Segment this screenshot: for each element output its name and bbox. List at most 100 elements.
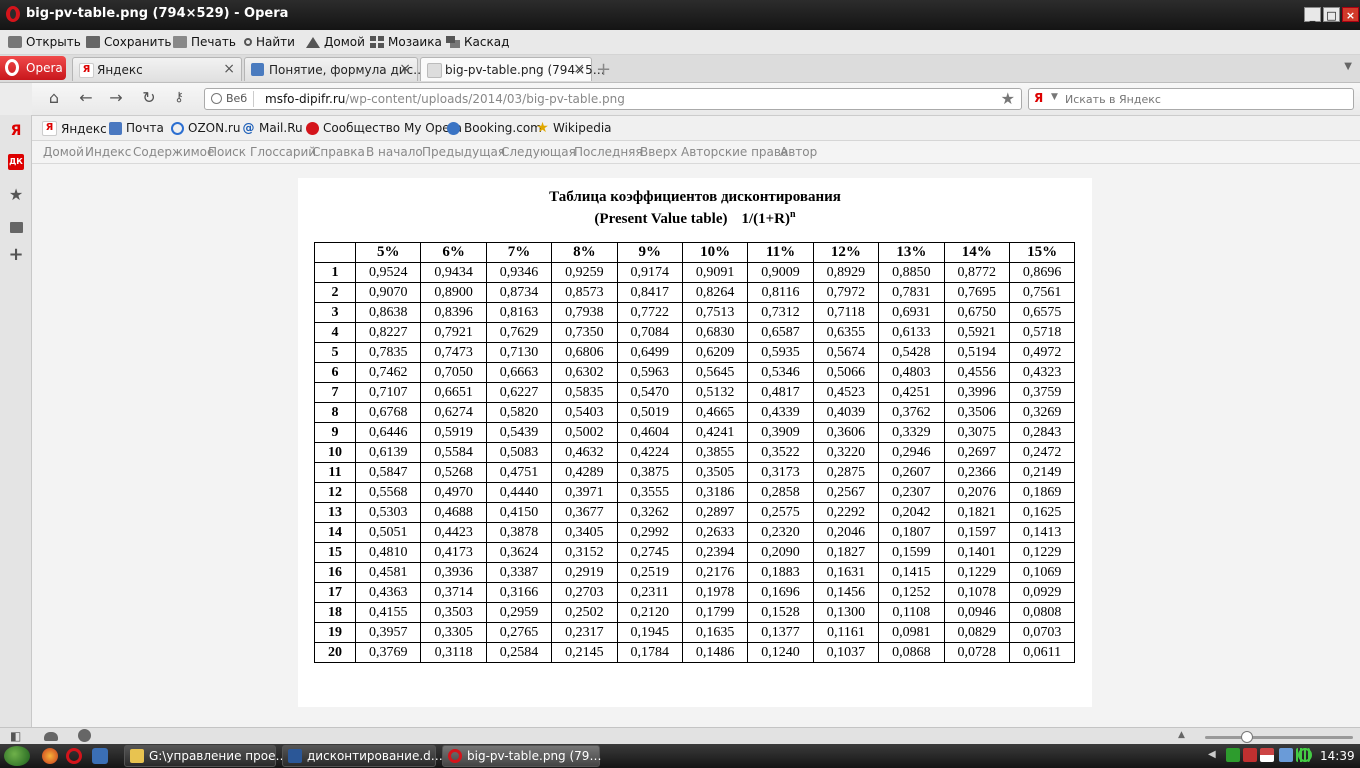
search-input[interactable] xyxy=(1065,91,1345,107)
back-arrow-icon[interactable]: ← xyxy=(76,89,96,107)
panel-icon[interactable] xyxy=(8,221,24,237)
bookmark-star-icon[interactable]: ★ xyxy=(8,187,24,203)
forward-arrow-icon[interactable]: → xyxy=(106,89,126,107)
nav-previous[interactable]: Предыдущая xyxy=(422,145,505,159)
close-tab-icon[interactable]: × xyxy=(399,61,411,77)
nav-first[interactable]: В начало xyxy=(366,145,423,159)
opera-menu-button[interactable]: Opera xyxy=(0,56,66,80)
nav-search[interactable]: Поиск xyxy=(208,145,246,159)
chevron-down-icon[interactable]: ▼ xyxy=(1051,92,1058,102)
volume-icon[interactable] xyxy=(1279,748,1293,762)
desktop-icon[interactable] xyxy=(92,748,108,764)
period-cell: 4 xyxy=(314,322,356,343)
nav-glossary[interactable]: Глоссарий xyxy=(250,145,316,159)
close-tab-icon[interactable]: × xyxy=(573,61,585,77)
close-tab-icon[interactable]: × xyxy=(223,61,235,77)
open-button[interactable]: Открыть xyxy=(8,34,81,50)
bookmark-yandex[interactable]: Я Яндекс xyxy=(42,121,107,136)
bookmark-my-opera[interactable]: Сообщество My Opera xyxy=(306,121,462,135)
new-tab-icon[interactable]: + xyxy=(596,59,611,80)
save-button[interactable]: Сохранить xyxy=(86,34,172,50)
nav-up[interactable]: Вверх xyxy=(640,145,677,159)
task-label: G:\управление прое… xyxy=(149,749,288,763)
rate-header: 9% xyxy=(616,242,683,263)
chevron-up-icon[interactable]: ▲ xyxy=(1178,730,1185,740)
factor-cell: 0,7695 xyxy=(943,282,1010,303)
tab-yandex[interactable]: Я Яндекс × xyxy=(72,57,242,81)
language-flag-icon[interactable] xyxy=(1260,748,1274,762)
nav-help[interactable]: Справка xyxy=(312,145,365,159)
home-button[interactable]: Домой xyxy=(306,34,365,50)
bookmark-mailru[interactable]: @ Mail.Ru xyxy=(242,121,303,135)
url-text[interactable]: msfo-dipifr.ru/wp-content/uploads/2014/0… xyxy=(265,92,625,106)
web-badge[interactable]: Веб xyxy=(208,91,255,107)
table-body: 1 0,9524 0,9434 0,9346 0,9259 0,9174 0,9091 0,9… xyxy=(314,262,1076,663)
yandex-search-icon[interactable]: Я xyxy=(1034,91,1048,107)
period-cell: 5 xyxy=(314,342,356,363)
search-box[interactable]: Я ▼ xyxy=(1028,88,1354,110)
opera-icon[interactable] xyxy=(66,748,82,764)
table-row: 1 0,9524 0,9434 0,9346 0,9259 0,9174 0,9091 0,9… xyxy=(314,262,1076,283)
task-opera[interactable]: big-pv-table.png (79… xyxy=(442,745,601,767)
factor-cell: 0,8116 xyxy=(747,282,814,303)
add-panel-icon[interactable]: + xyxy=(8,246,24,264)
cloud-icon[interactable] xyxy=(44,732,58,741)
bookmark-label: Booking.com xyxy=(464,121,542,135)
factor-cell: 0,7312 xyxy=(747,302,814,323)
period-cell: 1 xyxy=(314,262,356,283)
factor-cell: 0,3522 xyxy=(747,442,814,463)
panel-toggle-icon[interactable]: ◧ xyxy=(10,729,21,743)
download-icon[interactable] xyxy=(1226,748,1240,762)
tray-chevron-icon[interactable]: ◀ xyxy=(1208,749,1216,760)
nav-author[interactable]: Автор xyxy=(780,145,817,159)
start-button[interactable] xyxy=(4,746,30,766)
find-button[interactable]: Найти xyxy=(244,34,295,50)
factor-cell: 0,3936 xyxy=(420,562,487,583)
bookmark-wikipedia[interactable]: ★ Wikipedia xyxy=(536,121,611,136)
zoom-slider-track[interactable] xyxy=(1205,736,1353,739)
factor-cell: 0,2875 xyxy=(812,462,880,483)
nav-index[interactable]: Индекс xyxy=(85,145,131,159)
factor-cell: 0,6209 xyxy=(681,342,749,363)
factor-cell: 0,4155 xyxy=(354,602,422,623)
minimize-button[interactable]: _ xyxy=(1304,7,1321,22)
reload-icon[interactable]: ↻ xyxy=(139,89,159,107)
bookmark-star-icon[interactable]: ★ xyxy=(1001,89,1015,108)
factor-cell: 0,5718 xyxy=(1008,322,1076,343)
antivirus-icon[interactable] xyxy=(1243,748,1257,762)
bookmark-booking[interactable]: Booking.com xyxy=(447,121,542,135)
print-button[interactable]: Печать xyxy=(173,34,236,50)
wand-key-icon[interactable]: ⚷ xyxy=(169,89,189,107)
nav-home[interactable]: Домой xyxy=(43,145,84,159)
nav-next[interactable]: Следующая xyxy=(501,145,576,159)
factor-cell: 0,3186 xyxy=(681,482,749,503)
tile-button[interactable]: Мозаика xyxy=(370,34,442,50)
speed-dial-icon[interactable] xyxy=(78,729,91,742)
bookmark-mail[interactable]: Почта xyxy=(109,121,164,135)
tab-pv-table[interactable]: big-pv-table.png (794×5… × xyxy=(420,57,605,81)
close-window-button[interactable]: × xyxy=(1342,7,1359,22)
network-icon[interactable] xyxy=(1298,748,1312,762)
factor-cell: 0,3624 xyxy=(485,542,553,563)
table-row: 15 0,4810 0,4173 0,3624 0,3152 0,2745 0,2394 0,… xyxy=(314,542,1076,563)
opera-icon xyxy=(5,59,19,76)
factor-cell: 0,4523 xyxy=(812,382,880,403)
nav-copyright[interactable]: Авторские права xyxy=(681,145,788,159)
zoom-slider-handle[interactable] xyxy=(1241,731,1253,743)
dk-icon[interactable]: ДК xyxy=(8,154,24,170)
tab-discounting[interactable]: Понятие, формула дис… × xyxy=(244,57,425,81)
maximize-button[interactable]: □ xyxy=(1323,7,1340,22)
task-word[interactable]: дисконтирование.d… xyxy=(282,745,443,767)
nav-last[interactable]: Последняя xyxy=(574,145,643,159)
task-explorer[interactable]: G:\управление прое… xyxy=(124,745,287,767)
address-field[interactable]: Веб msfo-dipifr.ru/wp-content/uploads/20… xyxy=(204,88,1022,110)
yandex-icon[interactable]: Я xyxy=(8,123,24,139)
cascade-label: Каскад xyxy=(464,35,510,49)
factor-cell: 0,2584 xyxy=(485,642,553,663)
firefox-icon[interactable] xyxy=(42,748,58,764)
bookmark-ozon[interactable]: OZON.ru xyxy=(171,121,240,135)
home-nav-icon[interactable]: ⌂ xyxy=(44,89,64,107)
tab-list-chevron-icon[interactable]: ▼ xyxy=(1344,61,1352,72)
nav-contents[interactable]: Содержимое xyxy=(133,145,214,159)
cascade-button[interactable]: Каскад xyxy=(446,34,509,50)
